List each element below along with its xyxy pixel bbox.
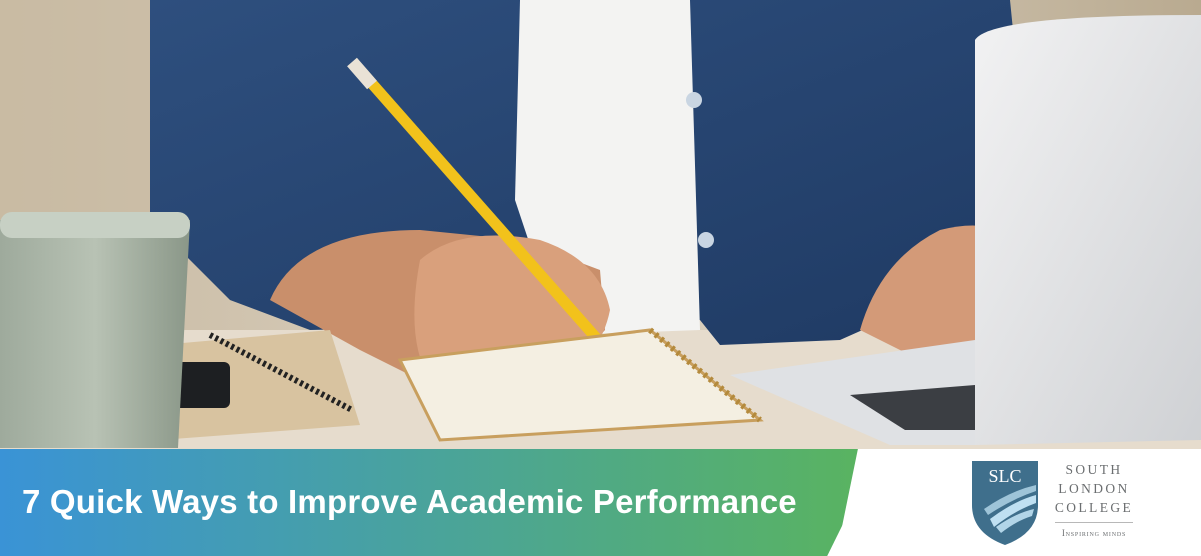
- title-bar: 7 Quick Ways to Improve Academic Perform…: [0, 449, 880, 556]
- logo-wordmark: SOUTH LONDON COLLEGE Inspiring minds: [1054, 460, 1134, 538]
- logo-area: SLC SOUTH LONDON COLLEGE Inspiring minds: [836, 449, 1201, 556]
- college-crest-icon: SLC: [968, 457, 1042, 547]
- banner-title: 7 Quick Ways to Improve Academic Perform…: [22, 482, 797, 520]
- logo-line-college: COLLEGE: [1054, 500, 1134, 515]
- logo-monogram: SLC: [988, 466, 1021, 486]
- logo-line-london: LONDON: [1058, 481, 1130, 496]
- hero-photo: [0, 0, 1201, 452]
- logo-line-south: SOUTH: [1065, 462, 1123, 477]
- logo-divider: [1055, 522, 1133, 523]
- hero-banner: 7 Quick Ways to Improve Academic Perform…: [0, 0, 1201, 556]
- logo-tagline: Inspiring minds: [1061, 528, 1127, 538]
